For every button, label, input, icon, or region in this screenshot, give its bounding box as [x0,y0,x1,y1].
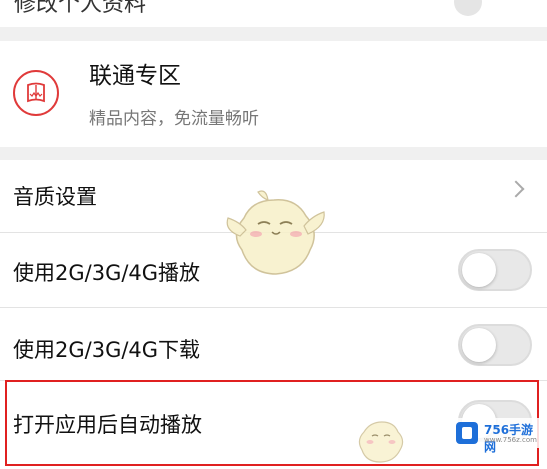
partial-top-row[interactable]: 修改个人资料 [0,0,547,27]
divider [0,307,547,308]
site-watermark: 756手游网 www.756z.com [452,418,542,454]
unicom-zone-subtitle: 精品内容，免流量畅听 [89,109,259,129]
toggle-knob [462,328,496,362]
unicom-zone-row[interactable] [0,41,547,147]
play-2g3g4g-toggle[interactable] [458,249,532,291]
mascot-watermark-icon [226,190,325,275]
download-2g3g4g-toggle[interactable] [458,324,532,366]
unicom-zone-title: 联通专区 [89,63,181,89]
site-logo-icon [456,422,478,444]
mascot-watermark-icon [358,421,404,463]
unicom-book-icon [13,70,59,116]
download-2g3g4g-label: 使用2G/3G/4G下载 [13,338,201,362]
partial-row-label: 修改个人资料 [14,0,147,17]
avatar [454,0,482,16]
play-2g3g4g-label: 使用2G/3G/4G播放 [13,261,201,285]
toggle-knob [462,253,496,287]
audio-quality-label[interactable]: 音质设置 [13,181,97,211]
watermark-subtext: www.756z.com [484,436,537,444]
